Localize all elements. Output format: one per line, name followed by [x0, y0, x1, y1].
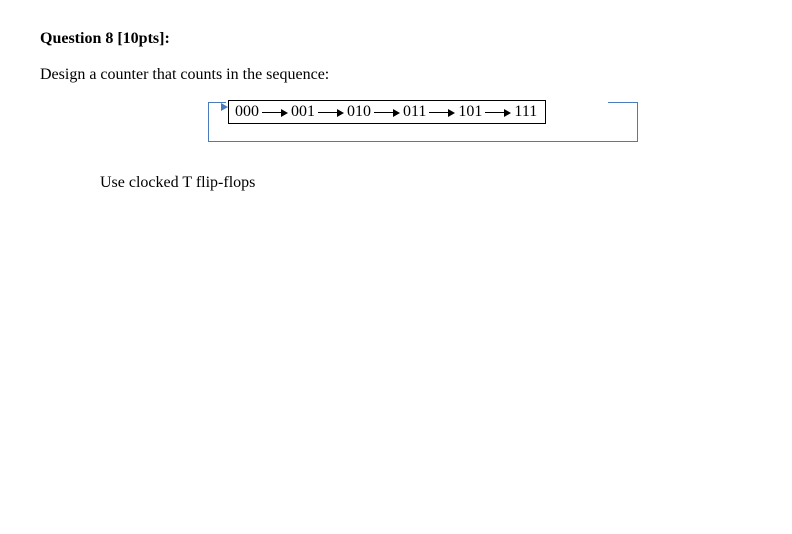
instruction-note: Use clocked T flip-flops	[100, 174, 752, 192]
state-value: 111	[514, 103, 537, 121]
arrow-icon	[374, 107, 400, 117]
state-value: 011	[403, 103, 426, 121]
state-sequence-box: 000 001 010 011 101 111	[228, 100, 546, 124]
question-prompt: Design a counter that counts in the sequ…	[40, 66, 752, 84]
arrow-icon	[485, 107, 511, 117]
state-value: 101	[458, 103, 482, 121]
question-page: Question 8 [10pts]: Design a counter tha…	[0, 0, 792, 222]
arrow-icon	[429, 107, 455, 117]
state-value: 000	[235, 103, 259, 121]
question-heading: Question 8 [10pts]:	[40, 30, 752, 48]
state-sequence-diagram: 000 001 010 011 101 111	[208, 100, 768, 170]
arrow-icon	[262, 107, 288, 117]
arrow-icon	[318, 107, 344, 117]
state-value: 001	[291, 103, 315, 121]
state-value: 010	[347, 103, 371, 121]
